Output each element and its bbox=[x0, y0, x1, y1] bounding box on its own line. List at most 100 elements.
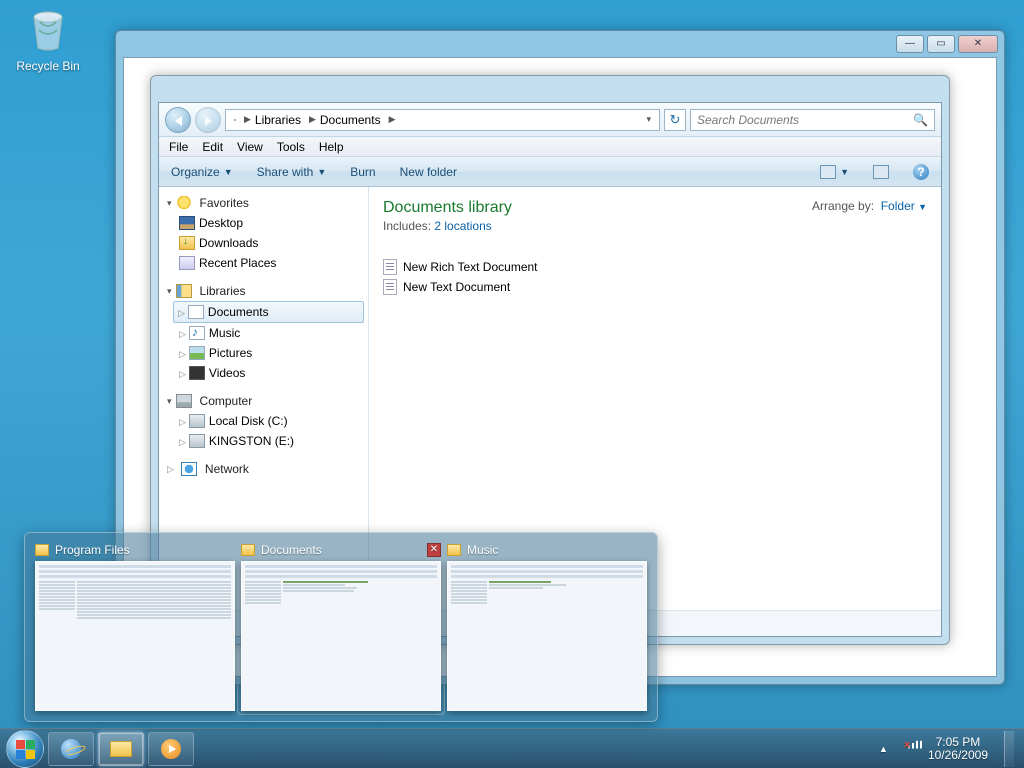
file-item[interactable]: New Rich Text Document bbox=[383, 257, 927, 277]
expander-icon: ▾ bbox=[167, 286, 172, 297]
refresh-button[interactable]: ↻ bbox=[664, 109, 686, 131]
nav-downloads[interactable]: Downloads bbox=[159, 233, 368, 253]
nav-videos[interactable]: ▷Videos bbox=[159, 363, 368, 383]
nav-music[interactable]: ▷Music bbox=[159, 323, 368, 343]
nav-section-network[interactable]: ▷Network bbox=[159, 459, 368, 479]
library-icon bbox=[234, 119, 236, 121]
library-locations-link[interactable]: 2 locations bbox=[434, 219, 491, 233]
menu-help[interactable]: Help bbox=[319, 140, 344, 154]
nav-back-button[interactable] bbox=[165, 107, 191, 133]
tray-overflow-button[interactable]: ▲ bbox=[879, 744, 888, 754]
nav-documents[interactable]: ▷Documents bbox=[173, 301, 364, 323]
taskbar-ie[interactable] bbox=[48, 732, 94, 766]
thumbnail-title: Music bbox=[467, 543, 498, 557]
nav-recent-places[interactable]: Recent Places bbox=[159, 253, 368, 273]
star-icon bbox=[176, 196, 192, 210]
downloads-icon bbox=[179, 236, 195, 250]
thumbnail-documents[interactable]: Documents ✕ bbox=[241, 543, 441, 711]
folder-icon bbox=[35, 544, 49, 556]
computer-icon bbox=[176, 394, 192, 408]
address-bar[interactable]: ▶Libraries ▶Documents ▶ ▾ bbox=[225, 109, 660, 131]
cmd-share[interactable]: Share with▼ bbox=[257, 165, 327, 179]
expander-icon: ▾ bbox=[167, 396, 172, 407]
address-dropdown[interactable]: ▾ bbox=[642, 114, 655, 125]
taskbar-explorer[interactable] bbox=[98, 732, 144, 766]
thumbnail-preview bbox=[241, 561, 441, 711]
documents-icon bbox=[188, 305, 204, 319]
file-item[interactable]: New Text Document bbox=[383, 277, 927, 297]
expander-icon: ▷ bbox=[179, 349, 186, 359]
chevron-down-icon: ▼ bbox=[317, 167, 326, 177]
command-bar: Organize▼ Share with▼ Burn New folder ▼ … bbox=[159, 157, 941, 187]
desktop-icon-label: Recycle Bin bbox=[16, 59, 80, 73]
chevron-right-icon: ▶ bbox=[244, 114, 251, 125]
library-title: Documents library bbox=[383, 199, 512, 217]
bgwin-maximize-button[interactable]: ▭ bbox=[927, 35, 955, 53]
tray-clock[interactable]: 7:05 PM 10/26/2009 bbox=[928, 736, 988, 762]
expander-icon: ▷ bbox=[179, 437, 186, 447]
menu-edit[interactable]: Edit bbox=[202, 140, 223, 154]
file-list: New Rich Text Document New Text Document bbox=[383, 257, 927, 297]
document-icon bbox=[383, 259, 397, 275]
menu-view[interactable]: View bbox=[237, 140, 263, 154]
recent-places-icon bbox=[179, 256, 195, 270]
libraries-icon bbox=[176, 284, 192, 298]
explorer-titlebar[interactable] bbox=[151, 76, 949, 102]
cmd-view-options[interactable]: ▼ bbox=[820, 165, 849, 179]
expander-icon: ▷ bbox=[178, 308, 185, 318]
menu-file[interactable]: File bbox=[169, 140, 188, 154]
bgwin-minimize-button[interactable]: — bbox=[896, 35, 924, 53]
arrange-by[interactable]: Arrange by: Folder ▼ bbox=[812, 199, 927, 213]
nav-section-computer[interactable]: ▾Computer bbox=[159, 391, 368, 411]
expander-icon: ▷ bbox=[179, 369, 186, 379]
nav-desktop[interactable]: Desktop bbox=[159, 213, 368, 233]
nav-kingston-e[interactable]: ▷KINGSTON (E:) bbox=[159, 431, 368, 451]
chevron-down-icon: ▼ bbox=[918, 202, 927, 212]
breadcrumb-documents[interactable]: Documents bbox=[320, 113, 381, 127]
show-desktop-button[interactable] bbox=[1004, 731, 1014, 767]
start-button[interactable] bbox=[6, 730, 44, 768]
nav-pictures[interactable]: ▷Pictures bbox=[159, 343, 368, 363]
cmd-newfolder[interactable]: New folder bbox=[400, 165, 457, 179]
folder-icon bbox=[447, 544, 461, 556]
folder-icon bbox=[241, 544, 255, 556]
nav-forward-button[interactable] bbox=[195, 107, 221, 133]
search-box[interactable]: Search Documents 🔍 bbox=[690, 109, 935, 131]
chevron-right-icon: ▶ bbox=[389, 114, 396, 125]
expander-icon: ▷ bbox=[167, 464, 174, 475]
thumbnail-music[interactable]: Music bbox=[447, 543, 647, 711]
menu-tools[interactable]: Tools bbox=[277, 140, 305, 154]
videos-icon bbox=[189, 366, 205, 380]
cmd-organize[interactable]: Organize▼ bbox=[171, 165, 233, 179]
thumbnail-preview bbox=[447, 561, 647, 711]
thumbnail-title: Documents bbox=[261, 543, 322, 557]
nav-local-disk-c[interactable]: ▷Local Disk (C:) bbox=[159, 411, 368, 431]
cmd-burn[interactable]: Burn bbox=[350, 165, 375, 179]
nav-section-favorites[interactable]: ▾Favorites bbox=[159, 193, 368, 213]
chevron-down-icon: ▼ bbox=[840, 167, 849, 177]
bgwin-close-button[interactable]: ✕ bbox=[958, 35, 998, 53]
breadcrumb-libraries[interactable]: Libraries bbox=[255, 113, 301, 127]
background-window-titlebar[interactable]: — ▭ ✕ bbox=[116, 31, 1004, 57]
thumbnail-program-files[interactable]: Program Files bbox=[35, 543, 235, 711]
expander-icon: ▷ bbox=[179, 417, 186, 427]
cmd-help[interactable]: ? bbox=[913, 164, 929, 180]
library-includes: Includes: 2 locations bbox=[383, 219, 512, 233]
chevron-down-icon: ▼ bbox=[224, 167, 233, 177]
taskbar: ▲ ✕ 7:05 PM 10/26/2009 bbox=[0, 728, 1024, 768]
thumbnail-preview bbox=[35, 561, 235, 711]
recycle-bin-icon bbox=[26, 8, 70, 52]
clock-time: 7:05 PM bbox=[928, 736, 988, 749]
nav-section-libraries[interactable]: ▾Libraries bbox=[159, 281, 368, 301]
taskbar-thumbnail-strip: Program Files Documents ✕ Music bbox=[24, 532, 658, 722]
desktop-icon-recycle-bin[interactable]: Recycle Bin bbox=[16, 8, 80, 73]
nav-toolbar: ▶Libraries ▶Documents ▶ ▾ ↻ Search Docum… bbox=[159, 103, 941, 137]
drive-icon bbox=[189, 414, 205, 428]
clock-date: 10/26/2009 bbox=[928, 749, 988, 762]
system-tray: ▲ ✕ 7:05 PM 10/26/2009 bbox=[879, 731, 1018, 767]
taskbar-wmp[interactable] bbox=[148, 732, 194, 766]
thumbnail-close-button[interactable]: ✕ bbox=[427, 543, 441, 557]
wmp-icon bbox=[161, 739, 181, 759]
cmd-preview-pane[interactable] bbox=[873, 165, 889, 179]
drive-icon bbox=[189, 434, 205, 448]
